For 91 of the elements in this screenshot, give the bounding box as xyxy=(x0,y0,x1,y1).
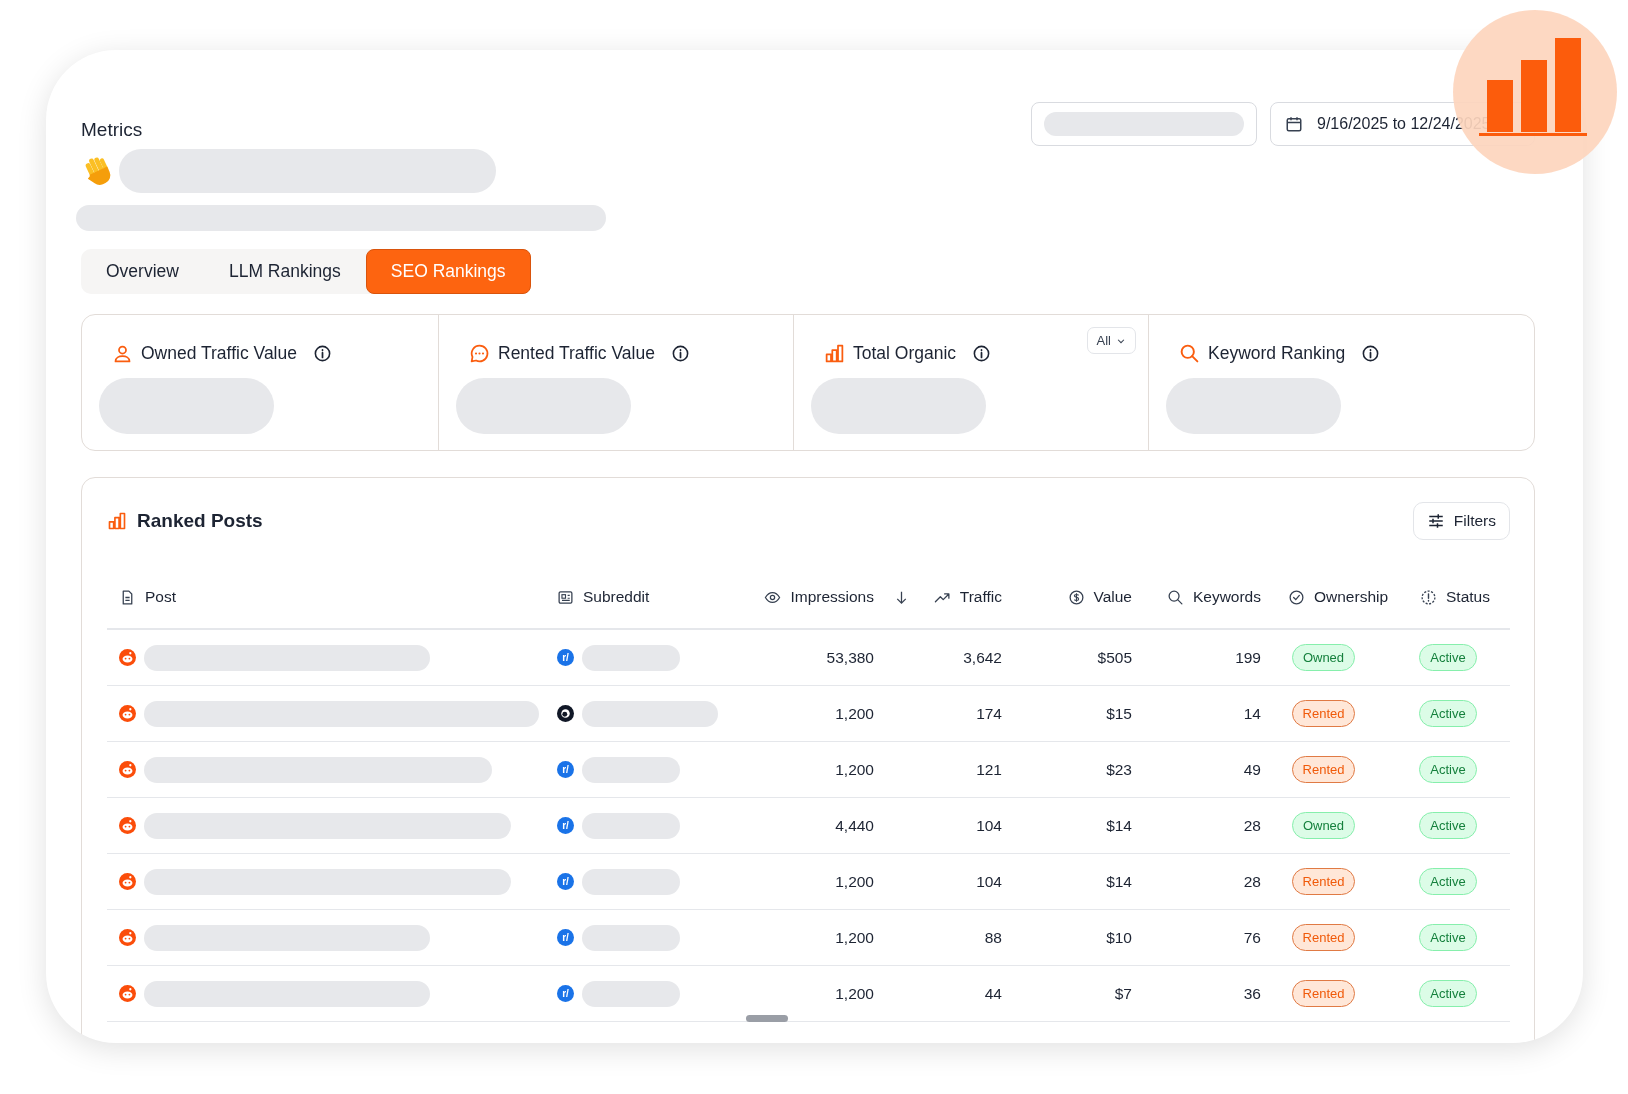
table-cell: 88 xyxy=(874,910,1002,966)
subreddit-icon: r/ xyxy=(557,761,574,778)
table-cell: 4,440 xyxy=(739,798,874,854)
table-cell: $7 xyxy=(1002,966,1132,1022)
chat-bubble-icon xyxy=(469,343,490,364)
table-cell: 28 xyxy=(1132,854,1261,910)
column-header[interactable]: Subreddit xyxy=(583,588,650,606)
table-cell: 1,200 xyxy=(739,854,874,910)
card-title: Total Organic xyxy=(853,343,957,364)
person-icon xyxy=(112,343,133,364)
alien-head-icon xyxy=(119,649,136,666)
alert-circle-icon xyxy=(1420,588,1437,606)
table-cell: 49 xyxy=(1132,742,1261,798)
alien-head-icon xyxy=(119,705,136,722)
community-avatar-icon xyxy=(557,705,574,722)
ownership-tag: Rented xyxy=(1291,868,1356,895)
alien-head-icon xyxy=(119,761,136,778)
check-circle-icon xyxy=(1288,588,1305,606)
info-icon[interactable] xyxy=(312,344,332,363)
table-cell: $15 xyxy=(1002,686,1132,742)
ownership-tag: Owned xyxy=(1291,644,1356,671)
column-header[interactable]: Status xyxy=(1446,588,1490,606)
table-cell: 1,200 xyxy=(739,686,874,742)
ownership-tag: Rented xyxy=(1291,700,1356,727)
table-cell: 53,380 xyxy=(739,630,874,686)
subreddit-icon: r/ xyxy=(557,817,574,834)
subreddit-icon: r/ xyxy=(557,649,574,666)
table-cell: 36 xyxy=(1132,966,1261,1022)
bar-chart-icon xyxy=(107,511,127,531)
status-tag: Active xyxy=(1419,924,1477,951)
table-cell: 14 xyxy=(1132,686,1261,742)
select-field[interactable] xyxy=(1031,102,1257,146)
alien-head-icon xyxy=(119,929,136,946)
column-header[interactable]: Value xyxy=(1093,588,1132,606)
status-tag: Active xyxy=(1419,644,1477,671)
status-tag: Active xyxy=(1419,980,1477,1007)
filters-button[interactable]: Filters xyxy=(1412,502,1510,540)
info-icon[interactable] xyxy=(972,344,992,363)
section-title: Ranked Posts xyxy=(137,510,263,532)
subreddit-icon: r/ xyxy=(557,929,574,946)
newspaper-icon xyxy=(557,588,574,606)
table-cell: 121 xyxy=(874,742,1002,798)
table-cell: 174 xyxy=(874,686,1002,742)
column-header[interactable]: Impressions xyxy=(790,588,874,606)
subreddit-icon: r/ xyxy=(557,873,574,890)
table-cell: $23 xyxy=(1002,742,1132,798)
table-cell: 76 xyxy=(1132,910,1261,966)
ownership-tag: Rented xyxy=(1291,756,1356,783)
sliders-icon xyxy=(1426,512,1445,530)
card-title: Owned Traffic Value xyxy=(141,343,297,364)
status-tag: Active xyxy=(1419,756,1477,783)
column-header[interactable]: Post xyxy=(145,588,176,606)
dollar-circle-icon xyxy=(1067,588,1085,606)
alien-head-icon xyxy=(119,985,136,1002)
table-cell: 104 xyxy=(874,798,1002,854)
filter-dropdown[interactable]: All xyxy=(1086,327,1136,354)
search-icon xyxy=(1179,343,1200,364)
ownership-tag: Rented xyxy=(1291,924,1356,951)
tab[interactable]: Overview xyxy=(81,249,204,294)
card-title: Rented Traffic Value xyxy=(498,343,655,364)
search-icon xyxy=(1166,588,1184,606)
card-title: Keyword Ranking xyxy=(1208,343,1346,364)
calendar-icon xyxy=(1285,115,1303,133)
ownership-tag: Owned xyxy=(1291,812,1356,839)
status-tag: Active xyxy=(1419,700,1477,727)
table-cell: $14 xyxy=(1002,798,1132,854)
ownership-tag: Rented xyxy=(1291,980,1356,1007)
alien-head-icon xyxy=(119,817,136,834)
bar-chart-icon xyxy=(824,343,845,364)
page-title: Metrics xyxy=(81,119,144,141)
table-cell: 1,200 xyxy=(739,910,874,966)
column-header[interactable]: Keywords xyxy=(1192,588,1261,606)
table-cell: 44 xyxy=(874,966,1002,1022)
tab[interactable]: LLM Rankings xyxy=(203,249,366,294)
home-indicator xyxy=(746,1015,788,1022)
table-cell: 104 xyxy=(874,854,1002,910)
info-icon[interactable] xyxy=(670,344,690,363)
info-icon[interactable] xyxy=(1361,344,1381,363)
status-tag: Active xyxy=(1419,812,1477,839)
table-cell: $10 xyxy=(1002,910,1132,966)
table-cell: $14 xyxy=(1002,854,1132,910)
table-cell: $505 xyxy=(1002,630,1132,686)
table-cell: 28 xyxy=(1132,798,1261,854)
column-header[interactable]: Ownership xyxy=(1314,588,1389,606)
alien-head-icon xyxy=(119,873,136,890)
table-cell: 1,200 xyxy=(739,742,874,798)
table-cell: 3,642 xyxy=(874,630,1002,686)
status-tag: Active xyxy=(1419,868,1477,895)
subreddit-icon: r/ xyxy=(557,985,574,1002)
column-header[interactable]: Traffic xyxy=(959,588,1002,606)
table-cell: 199 xyxy=(1132,630,1261,686)
